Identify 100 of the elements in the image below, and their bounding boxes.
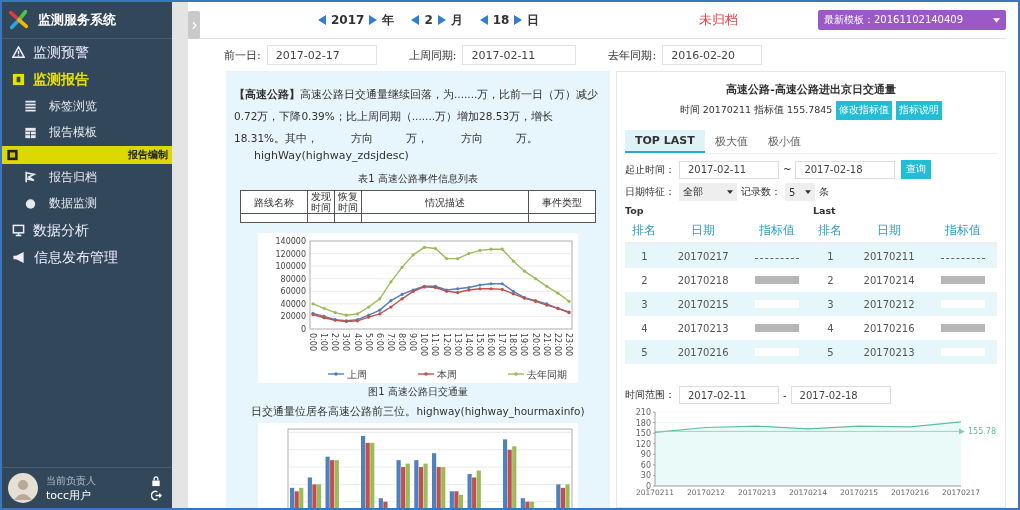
axis-tick-label: 40000	[280, 299, 306, 309]
sidebar-item[interactable]: 监测报告	[2, 66, 172, 93]
date-field[interactable]: 2017-02-18	[790, 386, 891, 404]
month-value: 2	[424, 13, 433, 27]
legend-swatch	[507, 372, 525, 376]
tab[interactable]: 极小值	[757, 130, 811, 153]
reference-value: 155.78	[968, 427, 996, 437]
axis-tick-label: 60000	[280, 287, 306, 297]
tab[interactable]: TOP LAST	[625, 130, 705, 153]
next-icon[interactable]	[369, 15, 378, 25]
grid-icon	[24, 126, 37, 139]
template-dropdown[interactable]: 最新模板：20161102140409	[818, 10, 1006, 30]
axis-tick-label: 120000	[275, 249, 306, 259]
sidebar-item[interactable]: 数据监测	[2, 190, 172, 217]
caret-icon	[993, 17, 1000, 23]
date-field[interactable]: 2017-02-11	[679, 386, 779, 404]
table-cell: 3	[625, 292, 664, 316]
axis-tick-label: 4:00	[352, 333, 362, 351]
legend-label: 本周	[437, 368, 457, 380]
select-field[interactable]: 全部	[679, 183, 737, 201]
lock-icon[interactable]	[151, 475, 161, 487]
table-cell: 4	[810, 316, 850, 340]
sidebar-item[interactable]: 报告归档	[2, 164, 172, 191]
sidebar-item[interactable]: 报告模板	[2, 119, 172, 146]
field-label: 去年同期:	[608, 47, 657, 63]
day-value: 18	[492, 13, 510, 27]
sidebar-item[interactable]: 信息发布管理	[2, 244, 172, 271]
axis-tick-label: 60	[640, 460, 651, 470]
axis-tick-label: 14:00	[463, 333, 473, 357]
column-header: 情况描述	[361, 190, 529, 214]
sidebar-item[interactable]: 数据分析	[2, 217, 172, 244]
previous-icon[interactable]	[479, 15, 488, 25]
section-label: Last	[813, 205, 836, 216]
axis-tick-label: 15:00	[474, 333, 484, 357]
date-field[interactable]: 2017-02-18	[795, 160, 896, 179]
axis-tick-label: 12:00	[441, 333, 451, 357]
column-header: 事件类型	[528, 190, 596, 214]
next-icon[interactable]	[514, 15, 523, 25]
previous-icon[interactable]	[318, 15, 326, 25]
megaphone-icon	[12, 251, 26, 264]
logout-icon[interactable]	[151, 489, 162, 501]
caret-icon	[805, 190, 811, 194]
axis-tick-label: 21:00	[541, 333, 551, 357]
redaction-bar	[940, 324, 985, 332]
report-paragraph: 【高速公路】高速公路日交通量继续回落，为.......万，比前一日（万）减少0.72万，下降0.39%；比上周同期（.......万）增加28.53万，增长18.31%。其中， 方向 万， 方向 万。	[234, 87, 600, 146]
table-cell: 20170213	[663, 316, 743, 340]
axis-tick-label: 3:00	[341, 333, 351, 351]
next-icon[interactable]	[437, 15, 446, 25]
circle-icon	[24, 197, 37, 210]
axis-tick-label: 140000	[275, 237, 306, 246]
date-field[interactable]: 2016-02-20	[662, 45, 763, 65]
figure-caption: 图1 高速公路日交通量	[368, 385, 468, 399]
select-field[interactable]: 5	[785, 183, 815, 201]
axis-tick-label: 20000	[280, 312, 306, 322]
report-sentence: 日交通量位居各高速公路前三位。highway(highway_hourmaxinfo)	[251, 405, 585, 419]
table-cell: 20170218	[663, 268, 743, 292]
unit-label: 条	[819, 185, 829, 199]
year-value: 2017	[331, 13, 365, 27]
table-cell: 4	[625, 316, 664, 340]
table-cell: 2	[810, 268, 850, 292]
axis-tick-label: 18:00	[508, 333, 518, 357]
table-cell: 2	[625, 268, 664, 292]
redaction-bar	[754, 324, 799, 332]
legend-swatch	[417, 372, 435, 376]
user-name: tocc用户	[46, 487, 93, 503]
warning-icon	[12, 46, 25, 59]
date-field[interactable]: 2017-02-17	[266, 45, 377, 65]
list-icon	[24, 100, 37, 113]
sidebar-item[interactable]: 标签浏览	[2, 93, 172, 120]
table-cell: 20170212	[849, 292, 929, 316]
table-cell	[528, 213, 596, 223]
axis-tick-label: 23:00	[564, 333, 573, 357]
section-label: Top	[625, 205, 645, 216]
sidebar-item[interactable]: 报告编制	[2, 146, 172, 164]
table-cell: 20170213	[849, 340, 929, 364]
table-cell: 1	[625, 243, 664, 268]
table-cell	[307, 213, 335, 223]
legend-swatch	[327, 372, 345, 376]
document-icon	[6, 149, 19, 161]
field-label: 起止时间：	[625, 162, 675, 177]
sidebar-item[interactable]: 监测预警	[2, 39, 172, 66]
date-field[interactable]: 2017-02-11	[679, 160, 779, 179]
previous-icon[interactable]	[411, 15, 420, 25]
axis-tick-label: 180	[635, 418, 651, 428]
axis-tick-label: 20:00	[530, 333, 540, 357]
axis-tick-label: 11:00	[430, 333, 440, 357]
table-caption: 表1 高速公路事件信息列表	[358, 172, 478, 186]
avatar-icon	[8, 473, 38, 503]
axis-tick-label: 30	[640, 471, 651, 481]
axis-tick-label: 120	[635, 439, 651, 449]
date-field[interactable]: 2017-02-11	[462, 45, 577, 65]
redaction-bar	[754, 348, 799, 356]
axis-tick-label: 16:00	[486, 333, 496, 357]
axis-tick-label: 0:00	[308, 333, 317, 351]
flag-icon	[24, 171, 37, 184]
axis-tick-label: 19:00	[519, 333, 529, 357]
app-title: 监测服务系统	[38, 11, 116, 29]
redaction-bar	[940, 276, 985, 284]
axis-tick-label: 90	[640, 450, 651, 460]
tab[interactable]: 极大值	[704, 130, 758, 153]
